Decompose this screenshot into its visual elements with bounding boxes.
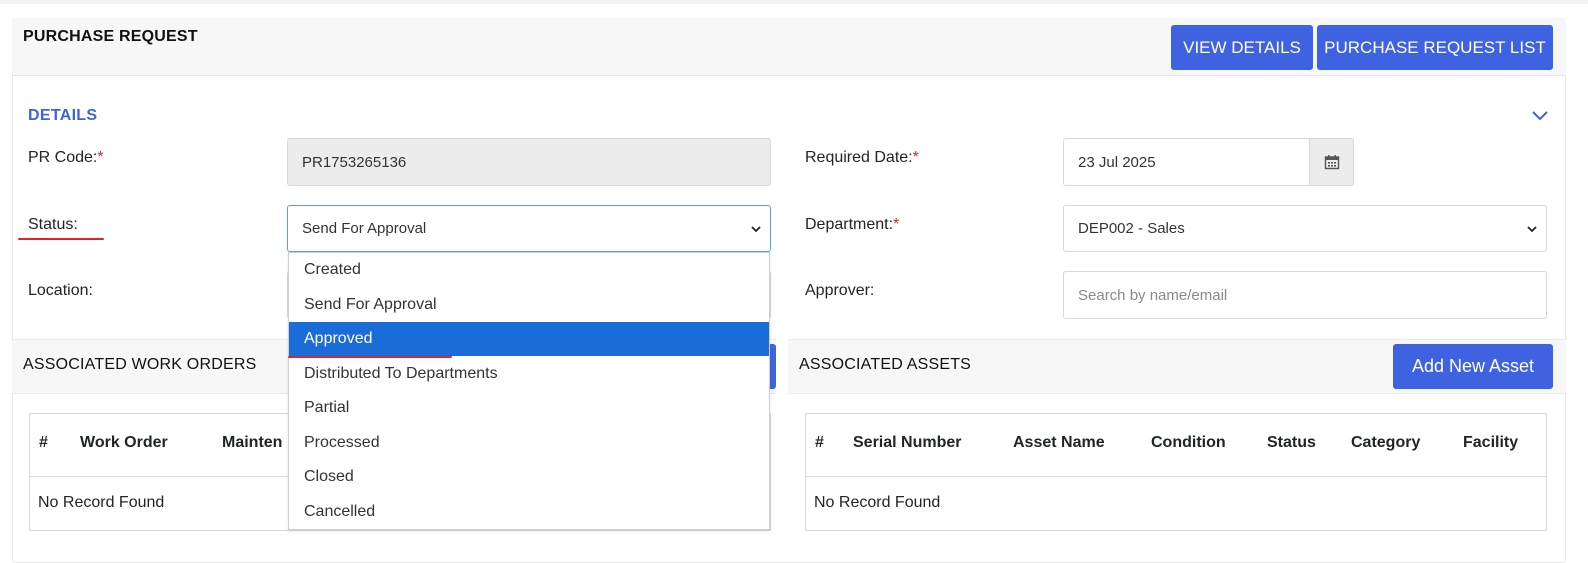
status-option-send-for-approval[interactable]: Send For Approval [289, 288, 769, 322]
assets-title: ASSOCIATED ASSETS [799, 356, 972, 373]
department-select[interactable]: DEP002 - Sales [1063, 205, 1547, 252]
status-option-cancelled[interactable]: Cancelled [289, 495, 769, 529]
chevron-down-icon [751, 226, 761, 233]
status-dropdown-list: Created Send For Approval Approved Distr… [288, 252, 770, 530]
approved-annotation-underline [288, 356, 452, 358]
pr-code-field: PR1753265136 [287, 138, 771, 186]
column-header: Work Order [80, 434, 168, 451]
column-header: Mainten [222, 434, 283, 451]
column-header: Asset Name [1013, 434, 1105, 451]
empty-state-text: No Record Found [38, 494, 165, 511]
column-header: Serial Number [853, 434, 962, 451]
column-header: Facility [1463, 434, 1519, 451]
column-header: Category [1351, 434, 1421, 451]
work-orders-title: ASSOCIATED WORK ORDERS [23, 356, 257, 373]
status-annotation-underline [18, 238, 104, 240]
chevron-down-icon [1527, 226, 1537, 233]
status-option-partial[interactable]: Partial [289, 391, 769, 425]
approver-label: Approver: [805, 282, 875, 299]
top-divider [0, 0, 1588, 4]
location-label: Location: [28, 282, 93, 299]
required-date-input[interactable]: 23 Jul 2025 [1063, 138, 1310, 186]
status-select[interactable]: Send For Approval [287, 205, 771, 252]
table-divider [806, 476, 1546, 477]
column-header: # [39, 434, 48, 451]
required-date-label: Required Date:* [805, 149, 919, 166]
status-select-value: Send For Approval [302, 220, 427, 237]
status-option-closed[interactable]: Closed [289, 460, 769, 494]
details-section-title: DETAILS [28, 107, 98, 124]
status-option-created[interactable]: Created [289, 253, 769, 287]
add-new-asset-button[interactable]: Add New Asset [1393, 344, 1553, 389]
column-header: Status [1267, 434, 1316, 451]
purchase-request-list-button[interactable]: PURCHASE REQUEST LIST [1317, 25, 1553, 70]
status-option-distributed-to-departments[interactable]: Distributed To Departments [289, 357, 769, 391]
status-label: Status: [28, 216, 78, 233]
column-header: Condition [1151, 434, 1226, 451]
empty-state-text: No Record Found [814, 494, 941, 511]
calendar-button[interactable] [1309, 138, 1354, 186]
pr-code-label: PR Code:* [28, 149, 104, 166]
assets-table: # Serial Number Asset Name Condition Sta… [805, 413, 1547, 531]
department-label: Department:* [805, 216, 900, 233]
chevron-down-icon[interactable] [1530, 106, 1550, 124]
status-option-processed[interactable]: Processed [289, 426, 769, 460]
view-details-button[interactable]: VIEW DETAILS [1171, 25, 1313, 70]
column-header: # [815, 434, 824, 451]
status-option-approved[interactable]: Approved [289, 322, 769, 356]
approver-search-input[interactable]: Search by name/email [1063, 271, 1547, 319]
calendar-icon [1324, 155, 1339, 170]
department-select-value: DEP002 - Sales [1078, 220, 1185, 237]
page-title: PURCHASE REQUEST [23, 28, 198, 45]
